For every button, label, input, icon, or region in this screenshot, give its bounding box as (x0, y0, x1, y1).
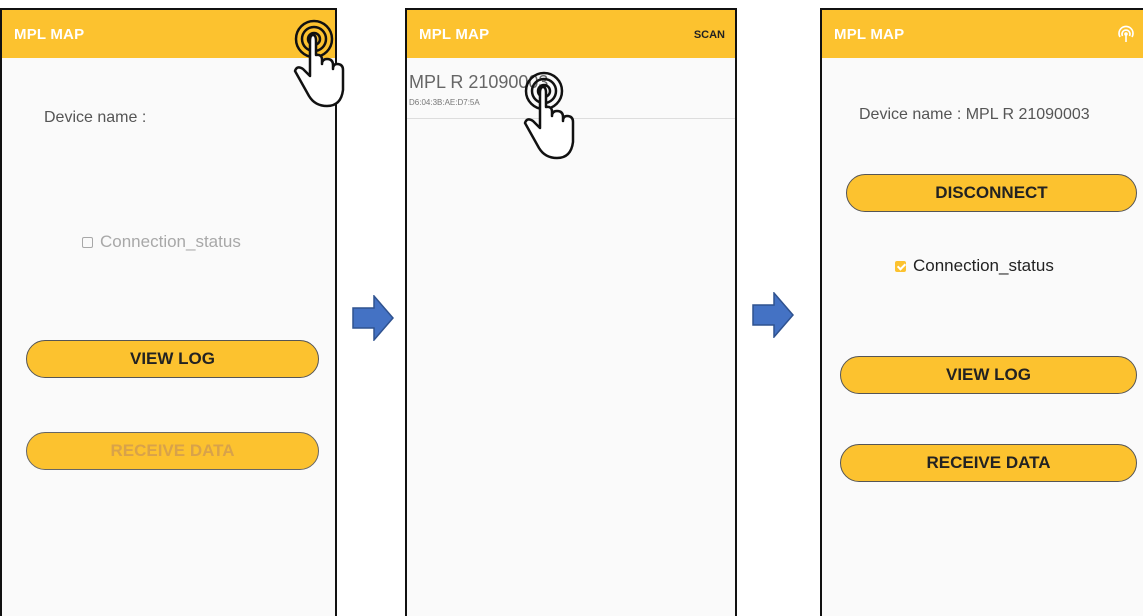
disconnect-button[interactable]: DISCONNECT (846, 174, 1137, 212)
right-arrow-icon (752, 292, 794, 338)
right-arrow-icon (352, 295, 394, 341)
device-name-label: Device name : MPL R 21090003 (859, 106, 1090, 123)
tap-hand-icon (293, 19, 345, 108)
device-address: D6:04:3B:AE:D7:5A (409, 98, 480, 107)
tap-hand-icon (523, 71, 575, 160)
screen-connected: MPL MAP Device name : MPL R 21090003 DIS… (820, 8, 1143, 616)
app-title: MPL MAP (14, 26, 85, 43)
checkbox-icon (895, 260, 906, 272)
checkbox-icon (82, 236, 93, 248)
receive-data-button[interactable]: RECEIVE DATA (840, 444, 1137, 482)
connection-status-checkbox[interactable]: Connection_status (895, 256, 1054, 276)
connection-status-checkbox[interactable]: Connection_status (82, 232, 241, 252)
connection-status-label: Connection_status (913, 256, 1054, 275)
receive-data-button[interactable]: RECEIVE DATA (26, 432, 319, 470)
app-title: MPL MAP (419, 26, 490, 43)
view-log-button[interactable]: VIEW LOG (840, 356, 1137, 394)
app-bar: MPL MAP SCAN (407, 10, 735, 58)
app-title: MPL MAP (834, 26, 905, 43)
connection-status-label: Connection_status (100, 232, 241, 251)
app-bar: MPL MAP (822, 10, 1143, 58)
device-name-label: Device name : (44, 109, 147, 126)
view-log-button[interactable]: VIEW LOG (26, 340, 319, 378)
bluetooth-searching-icon[interactable] (1117, 25, 1135, 43)
scan-button[interactable]: SCAN (694, 29, 725, 41)
